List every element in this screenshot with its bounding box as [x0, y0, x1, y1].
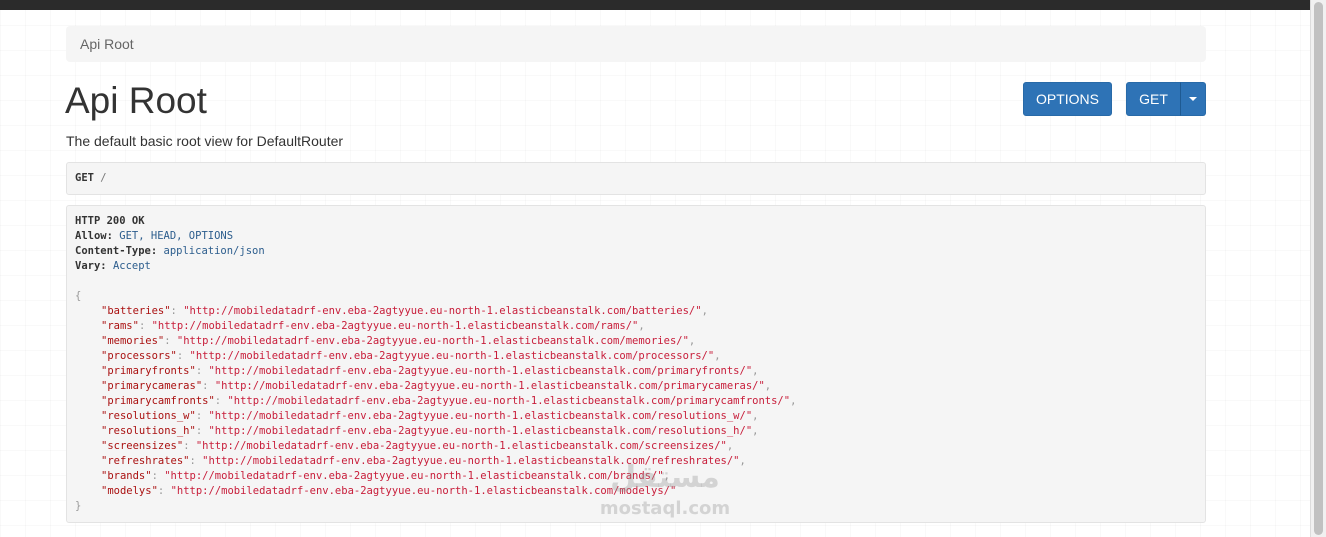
json-entry: "processors": "http://mobiledatadrf-env.… — [101, 350, 721, 362]
json-link[interactable]: "http://mobiledatadrf-env.eba-2agtyyue.e… — [177, 335, 689, 347]
json-link[interactable]: "http://mobiledatadrf-env.eba-2agtyyue.e… — [171, 485, 677, 497]
json-entry: "memories": "http://mobiledatadrf-env.eb… — [101, 335, 696, 347]
json-entry: "primarycameras": "http://mobiledatadrf-… — [101, 380, 772, 392]
json-key: "primaryfronts" — [101, 365, 196, 377]
breadcrumb: Api Root — [66, 26, 1206, 62]
json-separator: , — [790, 395, 797, 407]
request-method: GET — [75, 172, 94, 184]
json-open-brace: { — [75, 290, 82, 302]
json-key: "refreshrates" — [101, 455, 190, 467]
json-body: "batteries": "http://mobiledatadrf-env.e… — [75, 304, 1197, 499]
json-key: "resolutions_h" — [101, 425, 196, 437]
json-key: "memories" — [101, 335, 165, 347]
json-separator: , — [688, 335, 696, 347]
response-header-allow: Allow: GET, HEAD, OPTIONS — [75, 230, 234, 242]
json-separator: , — [714, 350, 721, 362]
json-key: "resolutions_w" — [101, 410, 196, 422]
json-entry: "modelys": "http://mobiledatadrf-env.eba… — [101, 485, 677, 497]
json-link[interactable]: "http://mobiledatadrf-env.eba-2agtyyue.e… — [208, 410, 752, 422]
breadcrumb-item-api-root[interactable]: Api Root — [80, 36, 134, 52]
json-separator: , — [764, 380, 772, 392]
json-key: "rams" — [101, 320, 139, 332]
json-separator: , — [752, 425, 759, 437]
json-separator: , — [752, 410, 759, 422]
json-separator: , — [663, 470, 670, 482]
caret-down-icon — [1189, 97, 1197, 102]
top-navbar — [0, 0, 1310, 10]
json-link[interactable]: "http://mobiledatadrf-env.eba-2agtyyue.e… — [183, 305, 701, 317]
response-status: HTTP 200 OK — [75, 215, 145, 227]
json-entry: "resolutions_w": "http://mobiledatadrf-e… — [101, 410, 759, 422]
json-key: "screensizes" — [101, 440, 184, 452]
response-header-vary: Vary: Accept — [75, 260, 151, 272]
json-key: "processors" — [101, 350, 177, 362]
json-entry: "rams": "http://mobiledatadrf-env.eba-2a… — [101, 320, 645, 332]
json-key: "modelys" — [101, 485, 158, 497]
json-key: "batteries" — [101, 305, 171, 317]
json-link[interactable]: "http://mobiledatadrf-env.eba-2agtyyue.e… — [208, 425, 752, 437]
json-key: "primarycameras" — [101, 380, 203, 392]
page-description: The default basic root view for DefaultR… — [66, 133, 344, 149]
json-link[interactable]: "http://mobiledatadrf-env.eba-2agtyyue.e… — [227, 395, 790, 407]
get-button[interactable]: GET — [1126, 82, 1181, 116]
request-path: / — [100, 172, 107, 184]
response-info: HTTP 200 OK Allow: GET, HEAD, OPTIONS Cont… — [66, 205, 1206, 523]
vertical-scrollbar[interactable] — [1310, 0, 1326, 537]
json-entry: "screensizes": "http://mobiledatadrf-env… — [101, 440, 734, 452]
json-link[interactable]: "http://mobiledatadrf-env.eba-2agtyyue.e… — [208, 365, 752, 377]
json-entry: "brands": "http://mobiledatadrf-env.eba-… — [101, 470, 670, 482]
json-entry: "primarycamfronts": "http://mobiledatadr… — [101, 395, 797, 407]
json-link[interactable]: "http://mobiledatadrf-env.eba-2agtyyue.e… — [190, 350, 715, 362]
json-key: "primarycamfronts" — [101, 395, 215, 407]
json-close-brace: } — [75, 500, 82, 512]
json-link[interactable]: "http://mobiledatadrf-env.eba-2agtyyue.e… — [164, 470, 663, 482]
json-entry: "primaryfronts": "http://mobiledatadrf-e… — [101, 365, 759, 377]
page-title: Api Root — [65, 80, 207, 121]
json-link[interactable]: "http://mobiledatadrf-env.eba-2agtyyue.e… — [196, 440, 727, 452]
json-link[interactable]: "http://mobiledatadrf-env.eba-2agtyyue.e… — [152, 320, 639, 332]
response-header-content-type: Content-Type: application/json — [75, 245, 265, 257]
json-separator: , — [752, 365, 759, 377]
json-separator: , — [739, 455, 746, 467]
options-button[interactable]: OPTIONS — [1023, 82, 1112, 116]
json-entry: "resolutions_h": "http://mobiledatadrf-e… — [101, 425, 759, 437]
json-entry: "batteries": "http://mobiledatadrf-env.e… — [101, 305, 708, 317]
scrollbar-thumb[interactable] — [1314, 2, 1323, 535]
json-separator: , — [701, 305, 708, 317]
json-entry: "refreshrates": "http://mobiledatadrf-en… — [101, 455, 746, 467]
json-separator: , — [726, 440, 734, 452]
request-info: GET / — [66, 162, 1206, 195]
get-format-dropdown-button[interactable] — [1180, 82, 1206, 116]
json-link[interactable]: "http://mobiledatadrf-env.eba-2agtyyue.e… — [215, 380, 765, 392]
json-key: "brands" — [101, 470, 152, 482]
json-link[interactable]: "http://mobiledatadrf-env.eba-2agtyyue.e… — [202, 455, 739, 467]
json-separator: , — [638, 320, 645, 332]
